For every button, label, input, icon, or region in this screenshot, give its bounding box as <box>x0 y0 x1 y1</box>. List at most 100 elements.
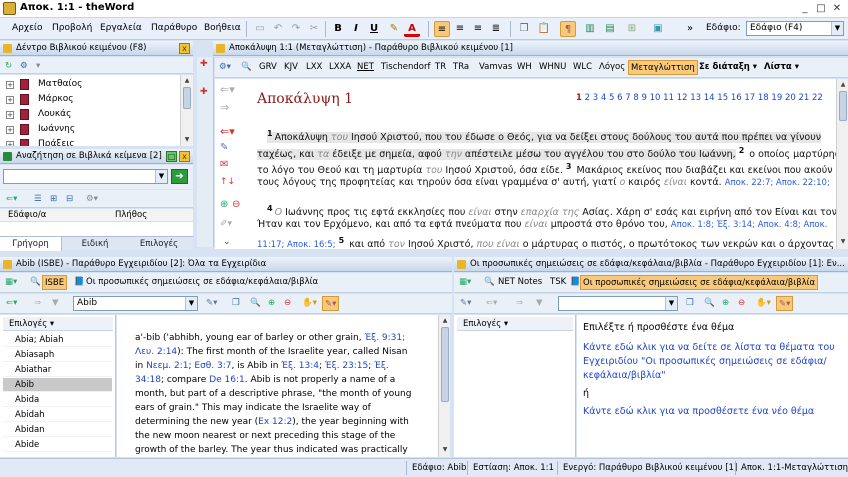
bible-scrollbar[interactable]: ▲ ▼ <box>836 79 848 249</box>
list-item[interactable]: Abidan <box>3 423 112 437</box>
tree-item-luke[interactable]: + Λουκάς <box>0 107 190 122</box>
list-item[interactable]: Abidah <box>3 408 112 422</box>
mail-icon[interactable]: ✉ <box>220 159 228 170</box>
cross-reference[interactable]: Νεεμ. 2:1 <box>146 361 188 371</box>
edit-icon[interactable]: ✎▾ <box>458 296 473 311</box>
scroll-up-icon[interactable]: ▲ <box>182 76 192 86</box>
menu-file[interactable]: Αρχείο <box>12 23 43 33</box>
col-count[interactable]: Πλήθος <box>115 210 147 220</box>
chapter-link[interactable]: 15 <box>717 93 728 103</box>
paste-icon[interactable]: 📋 <box>536 21 552 37</box>
window-layout-icon[interactable]: ▣ <box>650 21 666 37</box>
forward-arrow-icon[interactable]: ⇒ <box>220 101 229 114</box>
chapter-link[interactable]: 8 <box>633 93 638 103</box>
chapter-link[interactable]: 6 <box>617 93 622 103</box>
tab-special[interactable]: Ειδική <box>64 237 126 251</box>
version-tischendorf[interactable]: Tischendorf <box>379 60 432 75</box>
new-icon[interactable]: ▭ <box>252 21 268 37</box>
copy-icon[interactable]: ❐ <box>684 296 696 311</box>
cross-reference[interactable]: Αποκ. 1:8; Έξ. 3:14; Αποκ. 4:8; Αποκ. <box>671 220 828 230</box>
list-item[interactable]: Abiathar <box>3 363 112 377</box>
back-arrow-icon[interactable]: ⇐▾ <box>220 83 235 96</box>
options-dropdown[interactable]: Επιλογές ▾ <box>3 317 113 331</box>
chapter-link[interactable]: 16 <box>731 93 742 103</box>
menu-help[interactable]: Βοήθεια <box>204 23 241 33</box>
version-vamvas[interactable]: Vamvas <box>477 60 514 75</box>
chapter-link[interactable]: 2 <box>585 93 590 103</box>
scroll-down-icon[interactable]: ▼ <box>182 135 192 145</box>
chapter-link[interactable]: 10 <box>650 93 661 103</box>
module-net-notes[interactable]: NET Notes <box>496 275 544 290</box>
expand-icon[interactable]: + <box>6 81 14 89</box>
pencil-icon[interactable]: ✐▾ <box>220 219 232 229</box>
justify-icon[interactable]: ≣ <box>488 21 504 37</box>
cross-reference[interactable]: Έξ. 23:15 <box>325 361 368 371</box>
add-topic-link[interactable]: Κάντε εδώ κλικ για να προσθέσετε ένα νέο… <box>583 405 814 419</box>
forward-arrow-icon[interactable]: ⇒ <box>32 296 43 311</box>
tree-item-matthew[interactable]: + Ματθαίος <box>0 77 190 92</box>
chapter-link[interactable]: 4 <box>601 93 606 103</box>
chapter-link[interactable]: 21 <box>798 93 809 103</box>
back-arrow-icon[interactable]: ⇐▾ <box>4 192 19 207</box>
tree-scrollbar[interactable]: ▲ ▼ <box>180 75 193 146</box>
back-arrow-icon[interactable]: ↶ <box>270 21 286 37</box>
chapter-link[interactable]: 14 <box>704 93 715 103</box>
chapter-link[interactable]: 13 <box>690 93 701 103</box>
module-notes[interactable]: Οι προσωπικές σημειώσεις σε εδάφια/κεφάλ… <box>84 275 320 290</box>
search-input[interactable]: ▼ <box>3 169 168 184</box>
zoom-in-icon[interactable]: ⊕ <box>720 296 731 311</box>
verse-line[interactable]: 11:17; Αποκ. 16:5; 5 και από τον Ιησού Χ… <box>257 233 834 249</box>
module-personal-notes[interactable]: Οι προσωπικές σημειώσεις σε εδάφια/κεφάλ… <box>580 275 819 290</box>
chapter-link[interactable]: 20 <box>785 93 796 103</box>
cross-reference[interactable]: Έξ. <box>374 361 389 371</box>
layout-green-icon[interactable]: ▥ <box>582 21 598 37</box>
layout-icon[interactable]: ▦▾ <box>3 275 19 290</box>
list-item[interactable]: Abide <box>3 438 112 452</box>
menu-view[interactable]: Προβολή <box>52 23 92 33</box>
align-left-icon[interactable]: ≡ <box>434 21 450 37</box>
chapter-link[interactable]: 12 <box>677 93 688 103</box>
up-down-icon[interactable]: ↑↓ <box>220 177 235 187</box>
refresh-icon[interactable]: ↻ <box>3 59 14 74</box>
align-right-icon[interactable]: ≡ <box>470 21 486 37</box>
copy-icon[interactable]: ❐ <box>516 21 532 37</box>
font-color-button[interactable]: A <box>404 21 420 37</box>
list-item-selected[interactable]: Abib <box>3 378 112 392</box>
cross-reference[interactable]: Αποκ. 22:7; Αποκ. 22:10; <box>725 178 830 188</box>
options-icon[interactable]: ⚙ <box>18 59 30 74</box>
bookmark-back-icon[interactable]: ⇐▾ <box>220 125 235 138</box>
options-dropdown[interactable]: Επιλογές ▾ <box>457 317 573 331</box>
bold-button[interactable]: B <box>330 21 346 37</box>
list-icon[interactable]: ☰ <box>32 192 44 207</box>
hand-icon[interactable]: ✋▾ <box>300 296 319 311</box>
list-button[interactable]: Λίστα ▾ <box>762 60 801 75</box>
menu-window[interactable]: Παράθυρο <box>151 23 197 33</box>
search-icon[interactable]: 🔍 <box>702 296 717 311</box>
close-icon[interactable]: x <box>179 151 190 162</box>
minimize-button[interactable]: _ <box>798 2 812 15</box>
toolbar-more-icon[interactable]: » <box>682 21 698 37</box>
edit-icon[interactable]: ✎ <box>220 142 228 153</box>
version-lxx[interactable]: LXX <box>304 60 324 75</box>
chapter-link[interactable]: 9 <box>642 93 647 103</box>
list-item[interactable]: Abia; Abiah <box>3 333 112 347</box>
align-center-icon[interactable]: ≡ <box>452 21 468 37</box>
expand-icon[interactable]: + <box>6 141 14 146</box>
edit-icon[interactable]: ✎▾ <box>204 296 219 311</box>
cross-reference[interactable]: De 16:1 <box>209 375 245 385</box>
zoom-in-icon[interactable]: ⊕ <box>220 199 228 210</box>
settings-icon[interactable]: ⚙▾ <box>84 192 100 207</box>
version-wh[interactable]: WH <box>515 60 534 75</box>
cross-reference[interactable]: Ex 12:2 <box>258 417 292 427</box>
chapter-link[interactable]: 18 <box>758 93 769 103</box>
scroll-thumb[interactable] <box>839 91 847 121</box>
search-icon[interactable]: 🔍 <box>239 60 254 75</box>
col-verse[interactable]: Εδάφιο/α <box>8 210 46 220</box>
version-kjv[interactable]: KJV <box>282 60 300 75</box>
dictionary-search-input[interactable]: Abib ▼ <box>73 296 198 311</box>
back-arrow-icon[interactable]: ⇐▾ <box>484 296 499 311</box>
back-arrow-icon[interactable]: ⇐▾ <box>4 296 19 311</box>
chevron-down-icon[interactable]: ▼ <box>185 297 197 310</box>
tree-item-acts[interactable]: + Πράξεις <box>0 137 190 146</box>
list-item[interactable]: Abida <box>3 393 112 407</box>
